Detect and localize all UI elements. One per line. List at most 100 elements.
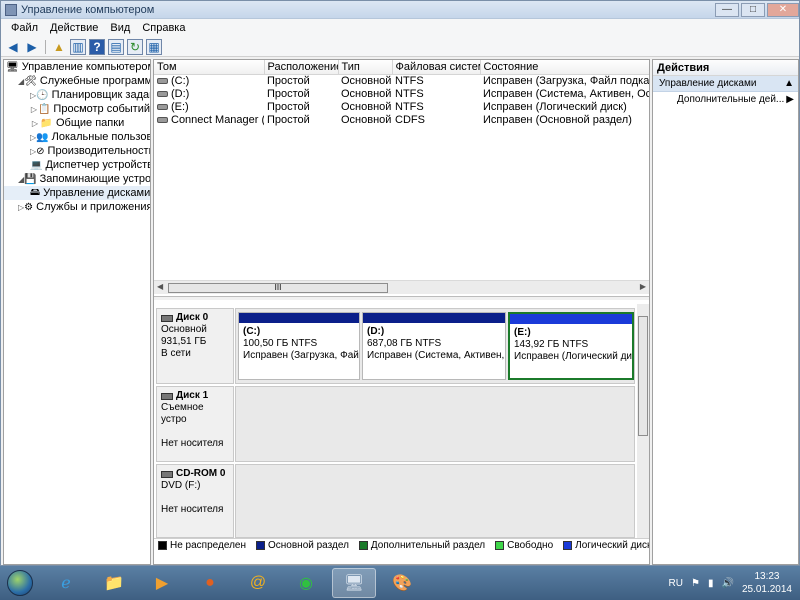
tree-node-icon: 💻 bbox=[30, 159, 43, 171]
partition-c[interactable]: (C:) 100,50 ГБ NTFS Исправен (Загрузка, Фа… bbox=[238, 312, 360, 380]
tree-item[interactable]: ▷🕒Планировщик заданий bbox=[4, 88, 150, 102]
menu-file[interactable]: Файл bbox=[5, 22, 44, 34]
explorer-icon[interactable]: 📁 bbox=[92, 568, 136, 598]
tree-item[interactable]: ▷ ⚙ Службы и приложения bbox=[4, 200, 150, 214]
minimize-button[interactable]: — bbox=[715, 2, 739, 17]
partition-label: (E:) bbox=[514, 327, 531, 338]
column-header-filesystem[interactable]: Файловая система bbox=[392, 60, 481, 75]
tree-item-label: Управление компьютером (л bbox=[21, 61, 151, 73]
volume-cell: Исправен (Система, Активен, Основно bbox=[483, 87, 649, 100]
help-icon[interactable]: ? bbox=[89, 38, 105, 55]
start-button[interactable] bbox=[0, 566, 40, 600]
language-indicator[interactable]: RU bbox=[669, 578, 683, 589]
title-bar: Управление компьютером — □ ✕ bbox=[1, 1, 799, 19]
maximize-button[interactable]: □ bbox=[741, 2, 765, 17]
tree-item[interactable]: ◢💾Запоминающие устройст bbox=[4, 172, 150, 186]
partition-label: (C:) bbox=[243, 326, 261, 337]
disk-status: Нет носителя bbox=[161, 504, 224, 515]
up-folder-icon[interactable]: ▲ bbox=[51, 39, 67, 55]
pane-splitter[interactable] bbox=[154, 296, 649, 300]
tree-item[interactable]: ◢ 🛠 Служебные программы bbox=[4, 74, 150, 88]
system-tray: RU ⚑ ▮ 🔊 13:23 25.01.2014 bbox=[669, 566, 800, 600]
export-icon[interactable]: ▦ bbox=[146, 38, 162, 55]
column-header-status[interactable]: Состояние bbox=[480, 60, 649, 75]
column-header-type[interactable]: Тип bbox=[338, 60, 393, 75]
disk-map: Диск 0 Основной 931,51 ГБ В сети (C:) 100… bbox=[154, 304, 637, 538]
network-icon[interactable]: ◉ bbox=[284, 568, 328, 598]
flag-icon[interactable]: ⚑ bbox=[691, 578, 700, 589]
column-header-layout[interactable]: Расположение bbox=[264, 60, 339, 75]
more-actions-item[interactable]: Дополнительные дей... ▶ bbox=[653, 92, 798, 108]
tree-item[interactable]: 🖴 Управление дисками bbox=[4, 186, 150, 200]
tree-item[interactable]: 💻 Диспетчер устройств bbox=[4, 158, 150, 172]
disk-info[interactable]: Диск 1 Съемное устро Нет носителя bbox=[156, 386, 234, 462]
partition-d[interactable]: (D:) 687,08 ГБ NTFS Исправен (Система, Акт… bbox=[362, 312, 506, 380]
expand-toggle-icon[interactable]: ▷ bbox=[30, 105, 38, 114]
tree-item-label: Просмотр событий bbox=[53, 103, 150, 115]
tree-node-icon: 📁 bbox=[40, 117, 53, 129]
media-player-icon[interactable]: ▶ bbox=[140, 568, 184, 598]
ie-icon[interactable]: ℯ bbox=[44, 568, 88, 598]
refresh-icon[interactable]: ↻ bbox=[127, 38, 143, 55]
volume-row[interactable]: Connect Manager (G:)Простой ОсновнойCDFS И… bbox=[154, 113, 649, 126]
tree-node-icon: 🖥 bbox=[6, 61, 19, 73]
legend-item: Дополнительный раздел bbox=[358, 540, 485, 551]
menu-action[interactable]: Действие bbox=[44, 22, 104, 34]
clock[interactable]: 13:23 25.01.2014 bbox=[742, 570, 792, 596]
volume-cell: Основной bbox=[341, 74, 392, 87]
back-icon[interactable]: ◀ bbox=[5, 39, 21, 55]
computer-management-icon[interactable]: 🖥 bbox=[332, 568, 376, 598]
volume-name-cell: Connect Manager (G:) bbox=[154, 113, 264, 126]
tree-item[interactable]: ▷ ⊘ Производительность bbox=[4, 144, 150, 158]
actions-pane: Действия Управление дисками ▲ Дополнитель… bbox=[652, 59, 799, 565]
actions-header: Действия bbox=[653, 60, 798, 76]
mail-icon[interactable]: @ bbox=[236, 568, 280, 598]
scroll-thumb[interactable] bbox=[638, 316, 648, 436]
tree-node-icon: ⊘ bbox=[36, 145, 45, 157]
partition-status: Исправен (Система, Активен, О bbox=[367, 350, 505, 361]
forward-icon[interactable]: ▶ bbox=[24, 39, 40, 55]
legend-item: Не распределен bbox=[158, 540, 246, 551]
volume-row[interactable]: (C:) Простой Основной NTFS Исправен (Загрузк… bbox=[154, 74, 649, 87]
properties-icon[interactable]: ▤ bbox=[108, 38, 124, 55]
tree-item-label: Общие папки bbox=[56, 117, 125, 129]
volume-cell: Исправен (Логический диск) bbox=[483, 100, 627, 113]
paint-icon[interactable]: 🎨 bbox=[380, 568, 424, 598]
scroll-thumb[interactable]: III bbox=[168, 283, 388, 293]
collapse-icon[interactable]: ▲ bbox=[784, 76, 794, 91]
show-hide-tree-icon[interactable]: ▥ bbox=[70, 38, 86, 55]
partition-size: 143,92 ГБ NTFS bbox=[514, 339, 589, 350]
tree-item[interactable]: ▷ 📁 Общие папки bbox=[4, 116, 150, 130]
horizontal-scrollbar[interactable]: ◀ III ▶ bbox=[154, 280, 649, 294]
close-button[interactable]: ✕ bbox=[767, 2, 799, 17]
tree-node-icon: 📋 bbox=[37, 103, 51, 115]
column-header-volume[interactable]: Том bbox=[154, 60, 265, 75]
menu-view[interactable]: Вид bbox=[104, 22, 136, 34]
volume-row[interactable]: (E:) Простой Основной NTFS Исправен (Логичес… bbox=[154, 100, 649, 113]
volume-row[interactable]: (D:) Простой Основной NTFS Исправен (Система… bbox=[154, 87, 649, 100]
disk-info[interactable]: Диск 0 Основной 931,51 ГБ В сети bbox=[156, 308, 234, 384]
actions-section-disk-management[interactable]: Управление дисками ▲ bbox=[653, 76, 798, 92]
disk-name: Диск 0 bbox=[176, 312, 209, 323]
vertical-scrollbar[interactable] bbox=[637, 304, 649, 538]
tree-item-label: Производительность bbox=[47, 145, 151, 157]
volume-list: Том Расположение Тип Файловая система Со… bbox=[154, 60, 649, 126]
volume-cell: Простой bbox=[267, 113, 310, 126]
tree-item[interactable]: ▷👥Локальные пользовате bbox=[4, 130, 150, 144]
menu-help[interactable]: Справка bbox=[136, 22, 191, 34]
console-tree: 🖥Управление компьютером (л◢🛠Служебные пр… bbox=[3, 59, 151, 565]
partition-e[interactable]: (E:) 143,92 ГБ NTFS Исправен (Логический д… bbox=[508, 312, 634, 380]
firefox-icon[interactable]: ● bbox=[188, 568, 232, 598]
network-status-icon[interactable]: ▮ bbox=[708, 578, 714, 589]
scroll-right-icon[interactable]: ▶ bbox=[640, 282, 646, 291]
disk-status: Нет носителя bbox=[161, 438, 224, 449]
volume-icon[interactable]: 🔊 bbox=[721, 578, 733, 589]
partition-status: Исправен (Загрузка, Файл bbox=[243, 350, 359, 361]
disk-info[interactable]: CD-ROM 0 DVD (F:) Нет носителя bbox=[156, 464, 234, 538]
toolbar-separator bbox=[45, 39, 46, 54]
scroll-left-icon[interactable]: ◀ bbox=[157, 282, 163, 291]
disk-size bbox=[161, 492, 229, 504]
tree-item[interactable]: 🖥Управление компьютером (л bbox=[4, 60, 150, 74]
expand-toggle-icon[interactable]: ▷ bbox=[30, 119, 40, 128]
tree-item[interactable]: ▷ 📋 Просмотр событий bbox=[4, 102, 150, 116]
